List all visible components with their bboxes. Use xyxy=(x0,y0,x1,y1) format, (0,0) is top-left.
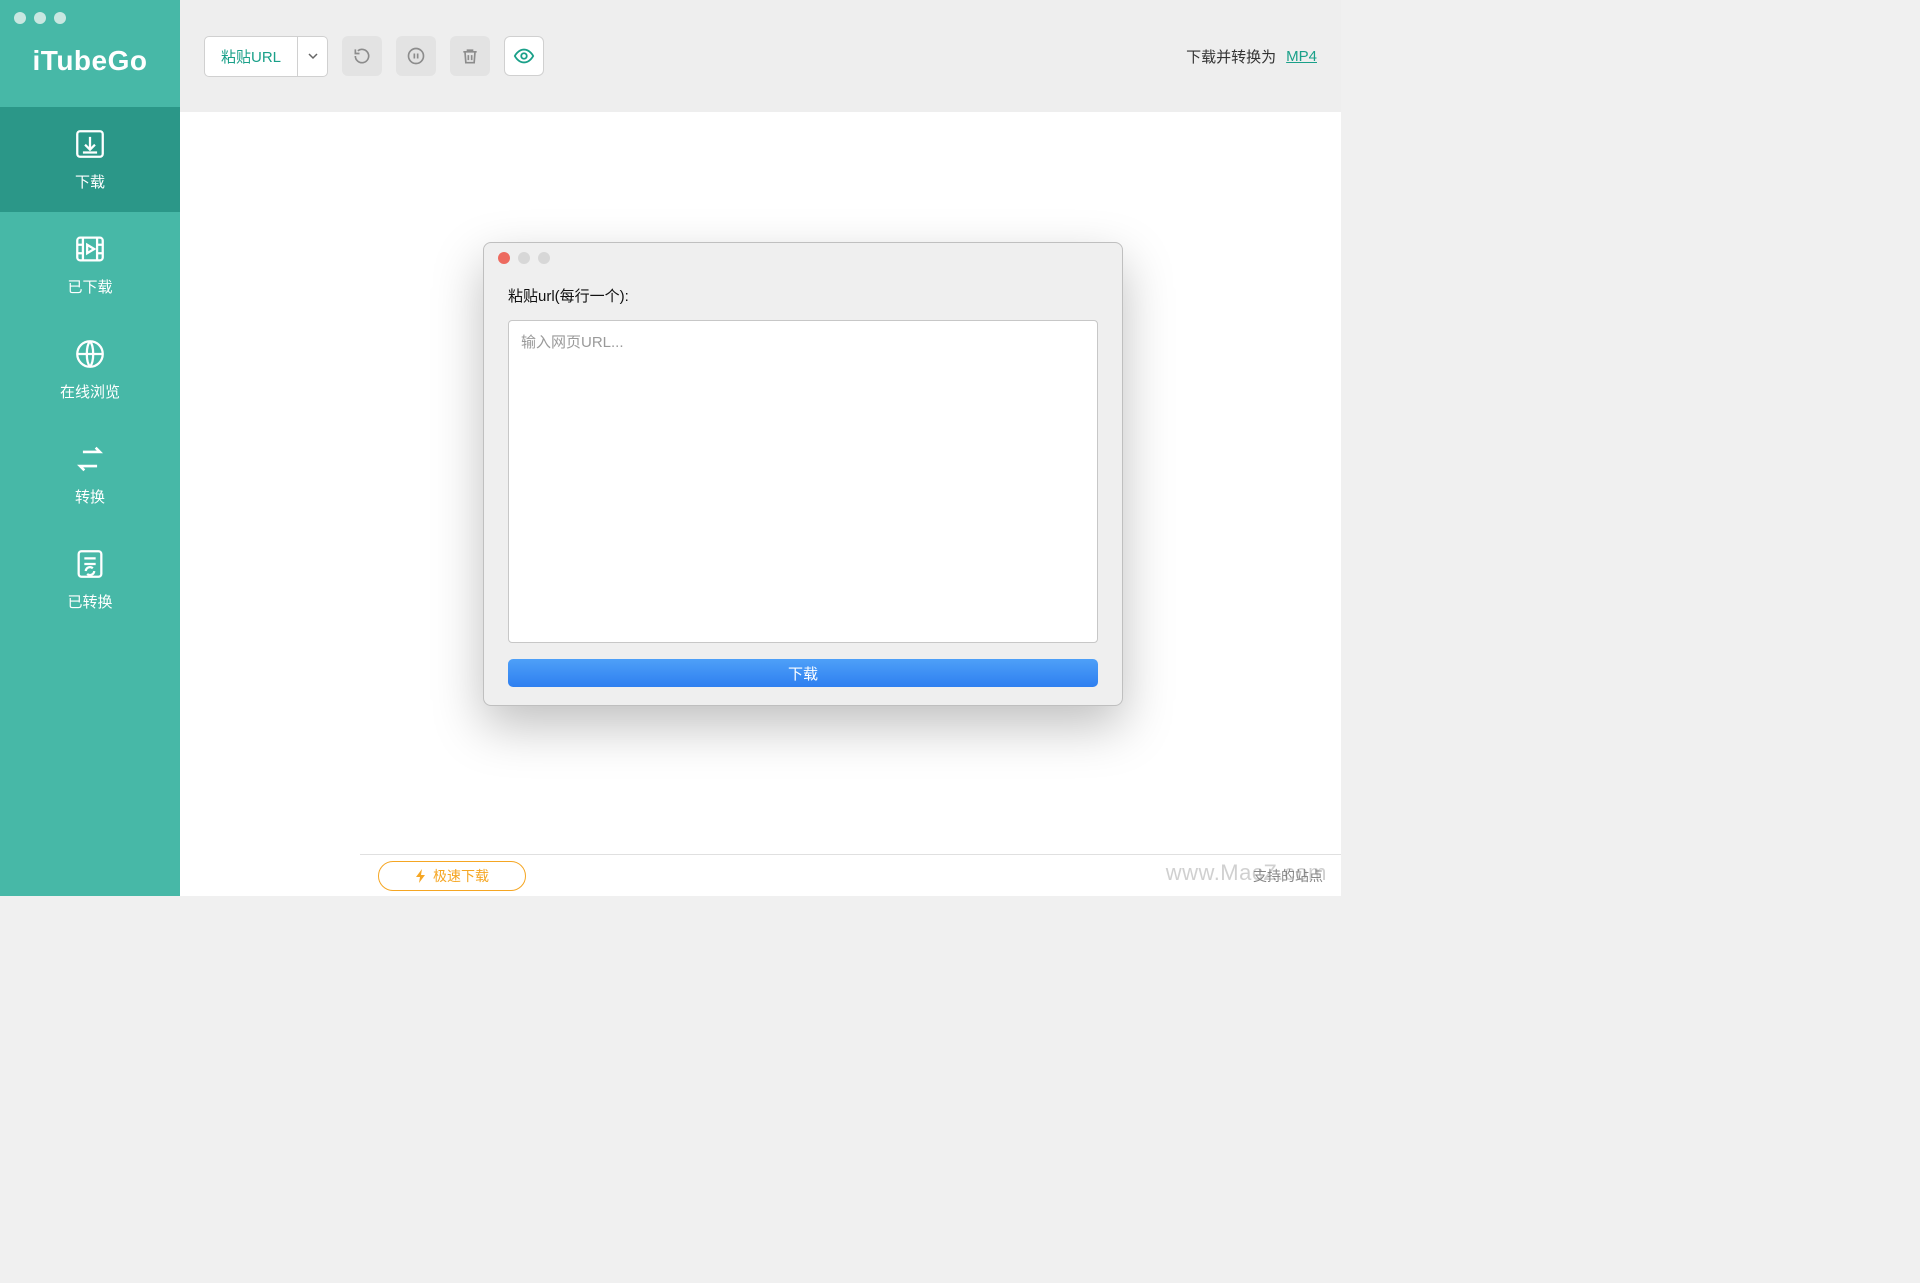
turbo-download-button[interactable]: 极速下载 xyxy=(378,861,526,891)
download-icon xyxy=(73,127,107,161)
dialog-zoom-icon xyxy=(538,252,550,264)
minimize-dot-icon[interactable] xyxy=(34,12,46,24)
footer: 极速下载 支持的站点 xyxy=(360,854,1341,896)
eye-icon xyxy=(513,45,535,67)
sidebar-item-label: 已转换 xyxy=(67,591,112,612)
sidebar-item-converted[interactable]: 已转换 xyxy=(0,527,180,632)
window-traffic-lights[interactable] xyxy=(14,12,66,24)
sidebar-nav: 下载 已下载 在线浏览 转换 xyxy=(0,107,180,632)
close-dot-icon[interactable] xyxy=(14,12,26,24)
retry-button[interactable] xyxy=(342,36,382,76)
toolbar-right: 下载并转换为 MP4 xyxy=(1186,46,1317,67)
convert-icon xyxy=(73,442,107,476)
turbo-label: 极速下载 xyxy=(433,866,489,886)
delete-button[interactable] xyxy=(450,36,490,76)
content-area: 粘贴url(每行一个): 下载 xyxy=(180,112,1341,896)
globe-icon xyxy=(73,337,107,371)
sidebar-item-label: 下载 xyxy=(75,171,105,192)
main-area: 粘贴URL 下载并转换为 MP4 xyxy=(180,0,1341,896)
caret-down-icon xyxy=(308,51,318,61)
undo-icon xyxy=(352,46,372,66)
trash-icon xyxy=(460,46,480,66)
dialog-body: 粘贴url(每行一个): 下载 xyxy=(484,273,1122,705)
sidebar-item-label: 已下载 xyxy=(67,276,112,297)
pause-circle-icon xyxy=(406,46,426,66)
paste-url-dropdown[interactable] xyxy=(298,36,328,77)
paste-url-button[interactable]: 粘贴URL xyxy=(204,36,298,77)
sidebar-item-download[interactable]: 下载 xyxy=(0,107,180,212)
sidebar-item-label: 转换 xyxy=(75,486,105,507)
url-textarea[interactable] xyxy=(508,320,1098,643)
supported-sites-link[interactable]: 支持的站点 xyxy=(1253,866,1323,886)
dialog-label: 粘贴url(每行一个): xyxy=(508,285,1098,306)
sidebar-item-browse[interactable]: 在线浏览 xyxy=(0,317,180,422)
format-link[interactable]: MP4 xyxy=(1286,48,1317,65)
pause-button[interactable] xyxy=(396,36,436,76)
dialog-titlebar xyxy=(484,243,1122,273)
convert-label: 下载并转换为 xyxy=(1186,46,1276,67)
sidebar: iTubeGo 下载 已下载 xyxy=(0,0,180,896)
list-refresh-icon xyxy=(73,547,107,581)
sidebar-item-downloaded[interactable]: 已下载 xyxy=(0,212,180,317)
dialog-download-button[interactable]: 下载 xyxy=(508,659,1098,687)
dialog-minimize-icon xyxy=(518,252,530,264)
paste-url-dialog: 粘贴url(每行一个): 下载 xyxy=(483,242,1123,706)
zoom-dot-icon[interactable] xyxy=(54,12,66,24)
paste-url-group: 粘贴URL xyxy=(204,36,328,77)
toolbar: 粘贴URL 下载并转换为 MP4 xyxy=(180,0,1341,112)
preview-button[interactable] xyxy=(504,36,544,76)
film-icon xyxy=(73,232,107,266)
app-logo: iTubeGo xyxy=(33,45,148,77)
dialog-close-icon[interactable] xyxy=(498,252,510,264)
bolt-icon xyxy=(415,869,427,883)
app-window: iTubeGo 下载 已下载 xyxy=(0,0,1341,896)
sidebar-item-label: 在线浏览 xyxy=(60,381,120,402)
sidebar-item-convert[interactable]: 转换 xyxy=(0,422,180,527)
